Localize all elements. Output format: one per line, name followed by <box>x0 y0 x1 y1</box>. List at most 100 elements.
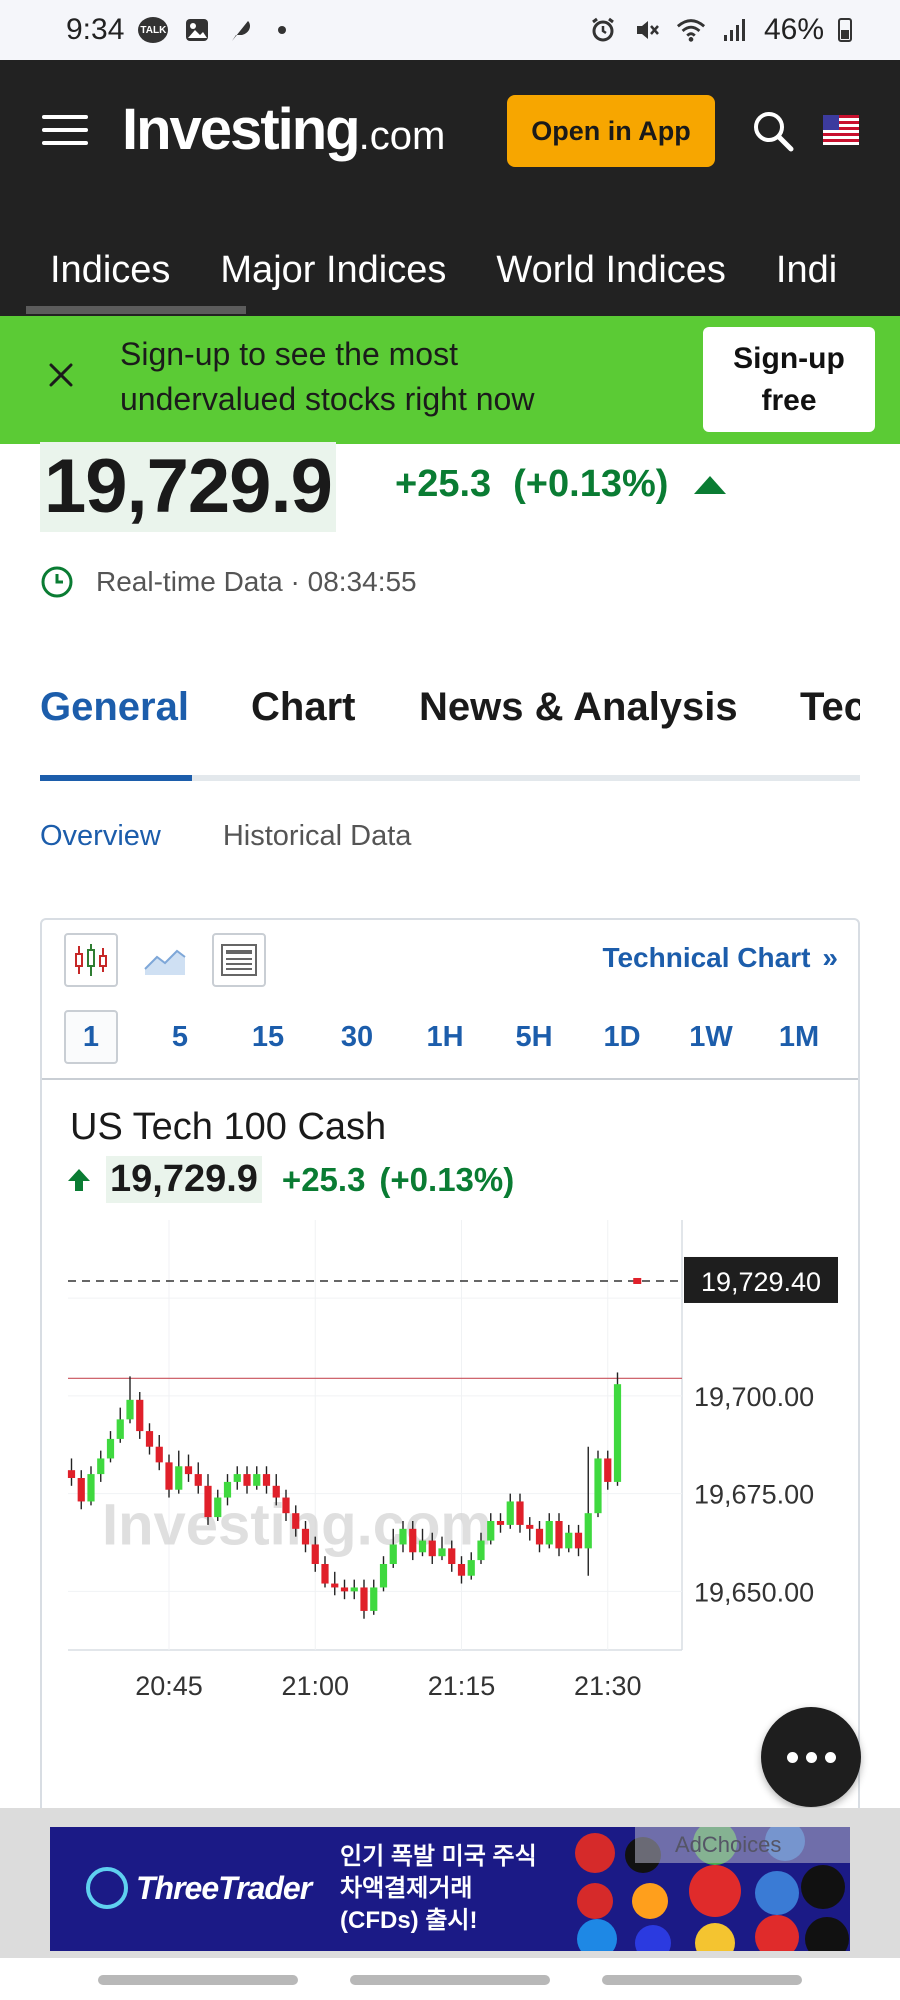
candle-body <box>321 1564 329 1584</box>
mute-icon <box>632 15 662 45</box>
more-options-button[interactable] <box>761 1707 861 1807</box>
technical-chart-link[interactable]: Technical Chart » <box>602 942 838 974</box>
status-time: 9:34 <box>66 13 125 46</box>
alarm-icon <box>588 15 618 45</box>
signal-icon <box>720 15 750 45</box>
banner-message: Sign-up to see the most undervalued stoc… <box>120 336 535 417</box>
candle-body <box>516 1501 524 1525</box>
candle-body <box>594 1458 602 1514</box>
candle-body <box>155 1446 163 1463</box>
y-tick-label: 19,650.00 <box>694 1577 814 1607</box>
candle-body <box>555 1521 563 1549</box>
card-divider <box>42 1078 858 1080</box>
menu-icon[interactable] <box>42 115 88 145</box>
candle-body <box>331 1583 339 1588</box>
nav-back[interactable] <box>602 1975 802 1985</box>
timeframe-selector: 1 5 15 30 1H 5H 1D 1W 1M <box>42 1010 862 1070</box>
candle-body <box>399 1528 407 1545</box>
candle-body <box>204 1485 212 1518</box>
chart-title: US Tech 100 Cash <box>70 1106 387 1148</box>
signup-banner: Sign-up to see the most undervalued stoc… <box>0 316 900 444</box>
x-tick-label: 21:00 <box>281 1671 349 1700</box>
feather-icon <box>226 15 256 45</box>
candle-body <box>116 1419 124 1439</box>
timeframe-1h[interactable]: 1H <box>418 1010 472 1064</box>
system-nav-bar <box>0 1958 900 2000</box>
candle-body <box>194 1474 202 1486</box>
notification-dot <box>278 26 287 34</box>
status-bar: 9:34 TALK 46% <box>0 0 900 60</box>
close-icon[interactable] <box>46 360 76 390</box>
candle-body <box>360 1587 368 1611</box>
timeframe-5h[interactable]: 5H <box>507 1010 561 1064</box>
candle-body <box>370 1587 378 1611</box>
subtab-overview[interactable]: Overview <box>40 820 161 853</box>
search-icon[interactable] <box>750 108 796 154</box>
candle-body <box>379 1564 388 1588</box>
candle-body <box>243 1474 251 1486</box>
tab-technical[interactable]: Tec <box>800 685 860 730</box>
realtime-row: Real-time Data · 08:34:55 <box>40 565 417 599</box>
us-flag-icon[interactable] <box>823 115 859 145</box>
candle-body <box>613 1384 622 1482</box>
timeframe-15[interactable]: 15 <box>241 1010 295 1064</box>
timeframe-1d[interactable]: 1D <box>595 1010 649 1064</box>
candle-body <box>214 1497 222 1518</box>
open-in-app-button[interactable]: Open in App <box>507 95 715 167</box>
tab-general[interactable]: General <box>40 685 189 730</box>
candle-body <box>233 1474 241 1482</box>
candle-body <box>175 1466 183 1490</box>
nav-recent-apps[interactable] <box>98 1975 298 1985</box>
chart-price: 19,729.9 <box>106 1156 262 1203</box>
candle-body <box>184 1466 193 1475</box>
nav-tab-indices[interactable]: Indices <box>0 249 195 292</box>
timeframe-1m[interactable]: 1M <box>772 1010 826 1064</box>
site-header: Investing .com Open in App Indices Major… <box>0 60 900 316</box>
nav-tab-indices-more[interactable]: Indi <box>751 249 862 292</box>
ad-banner[interactable]: ThreeTrader 인기 폭발 미국 주식 차액결제거래 (CFDs) 출시… <box>50 1827 850 1951</box>
tab-news-analysis[interactable]: News & Analysis <box>419 685 738 730</box>
candle-body <box>97 1458 105 1475</box>
candle-body <box>477 1540 485 1561</box>
area-chart-icon[interactable] <box>138 933 192 987</box>
change-value: +25.3 <box>395 463 492 505</box>
candle-body <box>467 1560 475 1576</box>
adchoices-badge[interactable]: AdChoices <box>635 1827 850 1863</box>
candle-body <box>526 1524 534 1529</box>
candlestick-icon[interactable] <box>64 933 118 987</box>
subtab-historical-data[interactable]: Historical Data <box>223 820 412 853</box>
table-view-icon[interactable] <box>212 933 266 987</box>
candle-body <box>253 1474 261 1486</box>
nav-tab-major-indices[interactable]: Major Indices <box>195 249 471 292</box>
candle-body <box>145 1431 154 1447</box>
gallery-icon <box>182 15 212 45</box>
candle-body <box>282 1497 290 1514</box>
candle-body <box>574 1532 583 1549</box>
talk-icon: TALK <box>138 17 169 43</box>
chart-price-row: 19,729.9 +25.3 (+0.13%) <box>66 1156 514 1203</box>
candle-body <box>409 1528 417 1553</box>
candle-body <box>292 1513 300 1529</box>
timeframe-1[interactable]: 1 <box>64 1010 118 1064</box>
ad-area: ThreeTrader 인기 폭발 미국 주식 차액결제거래 (CFDs) 출시… <box>0 1808 900 1958</box>
timeframe-1w[interactable]: 1W <box>684 1010 738 1064</box>
chart-type-toolbar <box>64 933 266 987</box>
signup-free-button[interactable]: Sign-up free <box>703 327 875 432</box>
nav-home[interactable] <box>350 1975 550 1985</box>
timeframe-30[interactable]: 30 <box>330 1010 384 1064</box>
battery-icon <box>838 18 852 42</box>
arrow-up-icon <box>68 1168 90 1191</box>
candle-body <box>136 1399 144 1432</box>
content-tabs: General Chart News & Analysis Tec <box>40 685 860 785</box>
candle-body <box>311 1544 319 1564</box>
candle-body <box>340 1587 349 1592</box>
tab-chart[interactable]: Chart <box>251 685 355 730</box>
x-tick-label: 20:45 <box>135 1671 203 1700</box>
candlestick-chart[interactable]: 19,650.00 19,675.00 19,700.00 20:45 21:00 21:… <box>42 1220 858 1700</box>
timeframe-5[interactable]: 5 <box>153 1010 207 1064</box>
sub-tabs: Overview Historical Data <box>40 820 411 853</box>
investing-logo[interactable]: Investing .com <box>122 96 445 163</box>
nav-tab-world-indices[interactable]: World Indices <box>471 249 751 292</box>
x-tick-label: 21:30 <box>574 1671 642 1700</box>
candle-body <box>545 1521 553 1545</box>
